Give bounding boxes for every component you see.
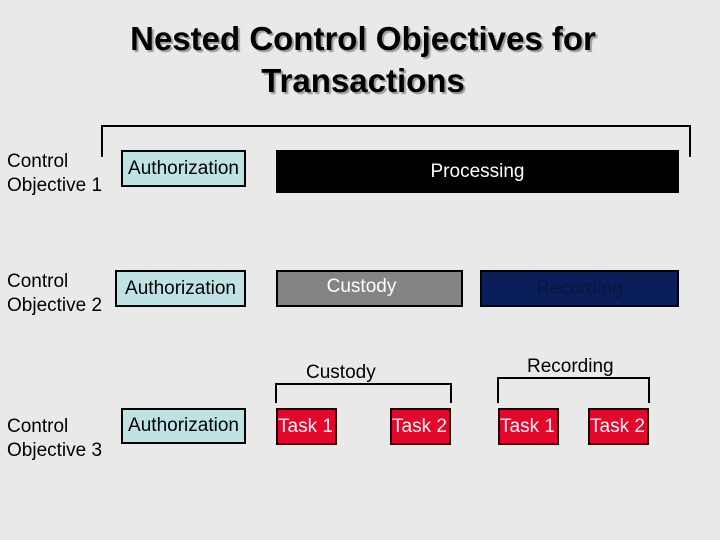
custody-task-2: Task 2: [390, 408, 451, 445]
title-line-2: Transactions: [261, 62, 465, 99]
authorization-box-1: Authorization: [121, 150, 246, 187]
recording-tasks-bracket: [497, 377, 650, 403]
custody-tasks-bracket: [275, 383, 452, 403]
authorization-box-3: Authorization: [121, 408, 246, 444]
custody-box: Custody: [276, 270, 463, 307]
custody-group-label: Custody: [306, 362, 376, 383]
authorization-box-2: Authorization: [115, 270, 246, 307]
label-line: Control: [7, 416, 69, 437]
title-line-1: Nested Control Objectives for: [130, 20, 596, 57]
recording-label: Recording: [536, 277, 623, 299]
label-line: Control: [7, 271, 69, 292]
processing-box: Processing: [276, 150, 679, 193]
custody-task-1: Task 1: [276, 408, 337, 445]
slide-title: Nested Control Objectives for Transactio…: [0, 18, 720, 102]
label-line: Objective 1: [7, 175, 103, 196]
recording-box: Recording: [480, 270, 679, 307]
recording-group-label: Recording: [527, 356, 614, 377]
control-objective-3-label: Control Objective 3: [7, 415, 102, 463]
control-objective-2-label: Control Objective 2: [7, 270, 102, 318]
recording-task-1: Task 1: [498, 408, 559, 445]
custody-label: Custody: [326, 275, 397, 297]
label-line: Objective 2: [7, 295, 103, 316]
label-line: Objective 3: [7, 440, 103, 461]
label-line: Control: [7, 151, 69, 172]
recording-task-2: Task 2: [588, 408, 649, 445]
control-objective-1-label: Control Objective 1: [7, 150, 102, 198]
